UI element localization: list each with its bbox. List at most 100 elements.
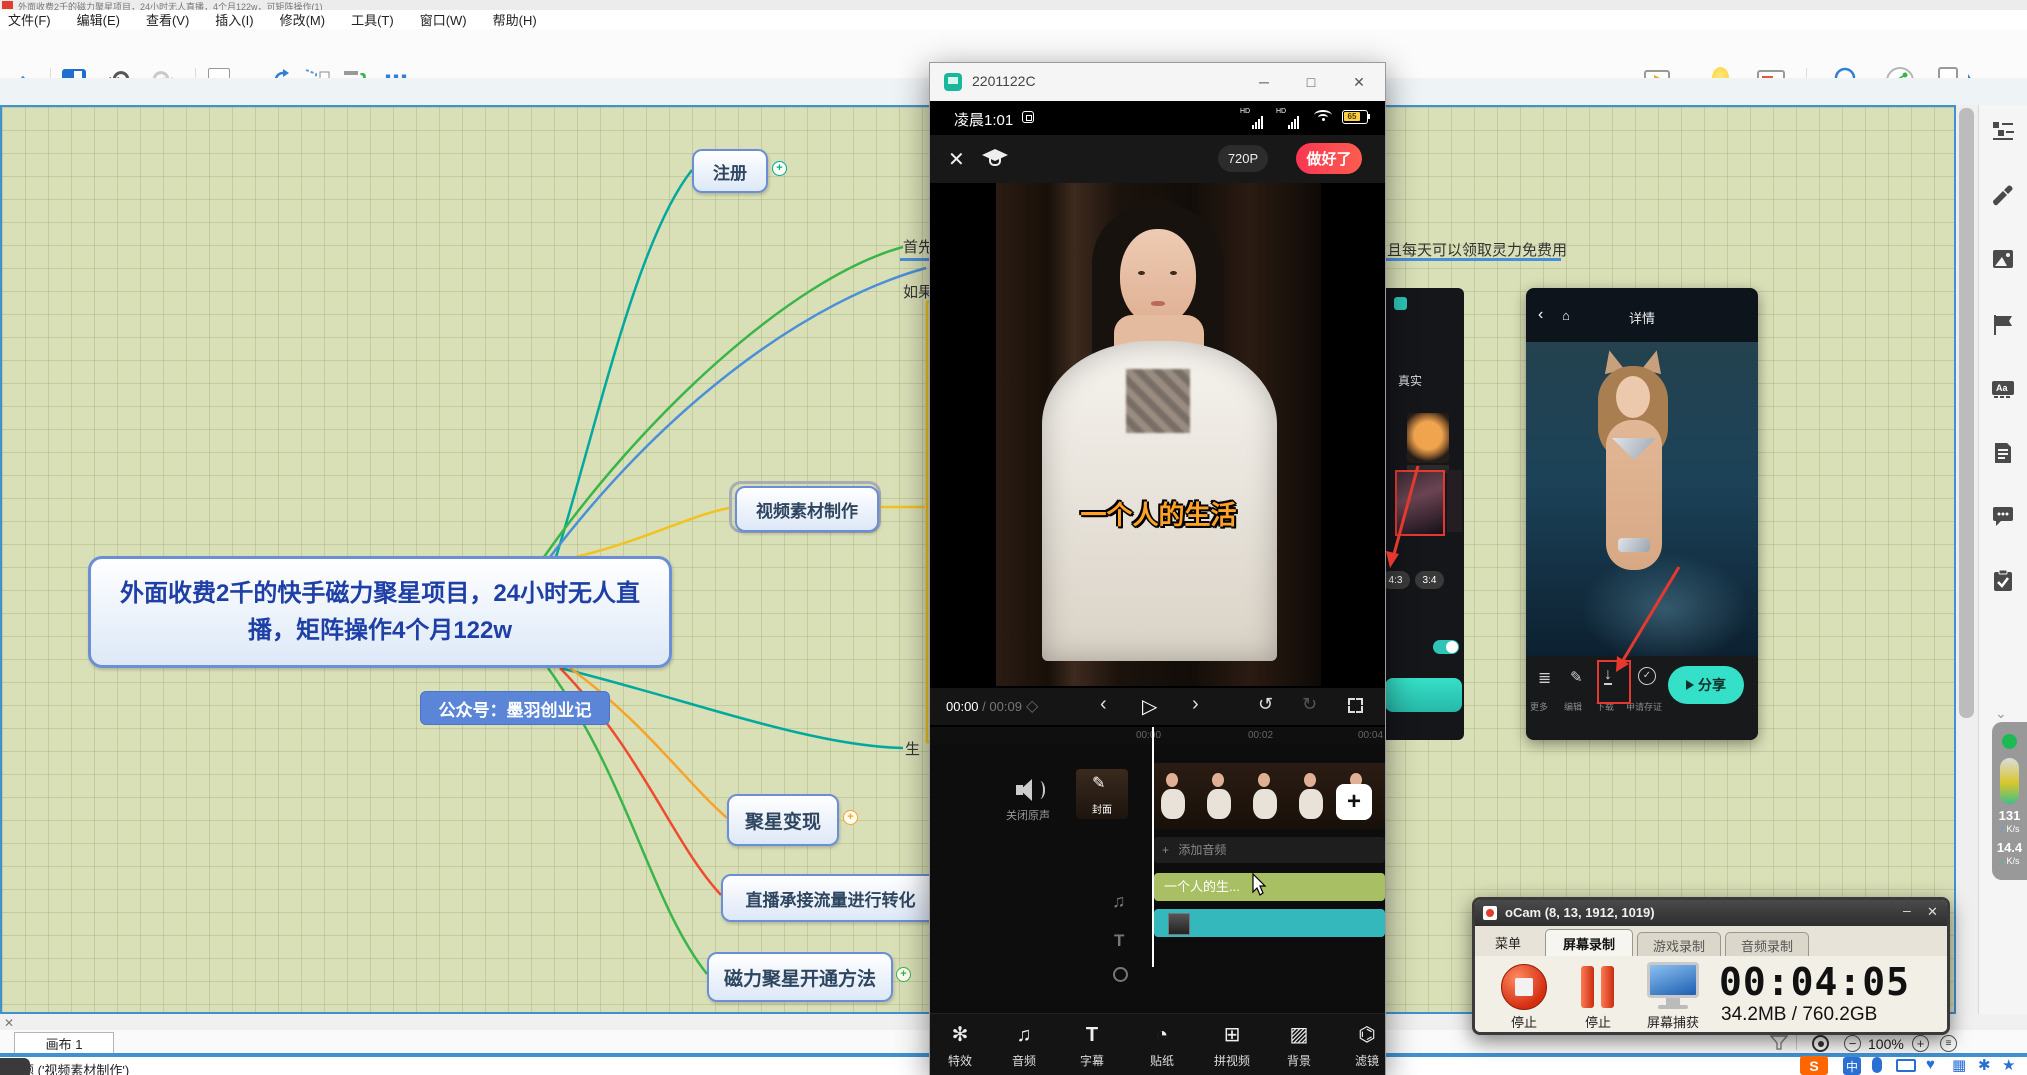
canvas-vscrollbar-thumb[interactable]: [1959, 108, 1974, 718]
ime-star-icon[interactable]: ★: [2002, 1056, 2015, 1074]
tool-split[interactable]: ⊞拼视频: [1199, 1022, 1265, 1069]
sticker-track[interactable]: [1154, 909, 1385, 937]
netspeed-widget[interactable]: 131 ↑ K/s 14.4 ↓ K/s: [1992, 722, 2027, 880]
record-stop-button[interactable]: [1501, 964, 1547, 1010]
playhead[interactable]: [1152, 727, 1154, 967]
avatar-thumb[interactable]: [1407, 413, 1449, 463]
phone-maximize-button[interactable]: □: [1300, 71, 1322, 93]
menu-tools[interactable]: 工具(T): [351, 10, 394, 29]
sheet-tab[interactable]: 画布 1: [14, 1032, 114, 1054]
taskbar-corner-icon[interactable]: [0, 1058, 30, 1075]
add-audio-plus-icon: +: [1162, 843, 1169, 857]
ocam-titlebar[interactable]: oCam (8, 13, 1912, 1019) – ✕: [1475, 900, 1947, 926]
tool-filter[interactable]: ⌬滤镜: [1334, 1022, 1400, 1069]
export-done-button[interactable]: 做好了: [1296, 143, 1362, 174]
video-preview[interactable]: 一个人的生活: [996, 183, 1321, 686]
add-clip-button[interactable]: +: [1336, 784, 1372, 820]
prev-frame-icon[interactable]: ‹: [1100, 693, 1107, 716]
comments-panel-icon[interactable]: [1991, 505, 2015, 529]
share-button[interactable]: 分享: [1668, 666, 1744, 704]
menu-modify[interactable]: 修改(M): [280, 10, 326, 29]
node-video-material[interactable]: 视频素材制作: [735, 486, 879, 532]
tool-effects[interactable]: ✻特效: [927, 1022, 993, 1069]
phone-minimize-button[interactable]: ─: [1253, 71, 1275, 93]
phone-close-button[interactable]: ✕: [1348, 71, 1370, 93]
thumb-sliver: [1447, 470, 1462, 532]
tool-background[interactable]: ▨背景: [1266, 1022, 1332, 1069]
cover-button[interactable]: ✎ 封面: [1076, 769, 1128, 819]
ocam-tab-screen[interactable]: 屏幕录制: [1545, 929, 1633, 957]
certificate-icon[interactable]: ✓: [1638, 667, 1656, 685]
expander-method[interactable]: +: [896, 967, 911, 982]
menu-file[interactable]: 文件(F): [8, 10, 51, 29]
style-brush-icon[interactable]: [1991, 183, 2015, 207]
tool-subtitle[interactable]: T字幕: [1059, 1022, 1125, 1069]
edit-icon[interactable]: ✎: [1570, 668, 1583, 686]
resolution-button[interactable]: 720P: [1218, 145, 1268, 172]
task-panel-icon[interactable]: [1991, 569, 2015, 593]
node-monetize[interactable]: 聚星变现: [727, 794, 839, 846]
tool-audio[interactable]: ♫音频: [991, 1022, 1057, 1069]
sidebar-collapse-chevron-icon[interactable]: ⌄: [1995, 705, 2007, 722]
ocam-minimize-button[interactable]: –: [1903, 902, 1911, 918]
redo-edit-icon[interactable]: ↻: [1302, 694, 1317, 715]
menu-edit[interactable]: 编辑(E): [77, 10, 120, 29]
zoom-out-button[interactable]: −: [1844, 1035, 1861, 1052]
bikini-bottom: [1618, 538, 1650, 552]
sogou-ime-icon[interactable]: S: [1800, 1056, 1828, 1075]
node-live-convert[interactable]: 直播承接流量进行转化: [721, 874, 940, 922]
more-icon[interactable]: ≣: [1538, 668, 1551, 688]
map-overview-button[interactable]: ≡: [1940, 1035, 1957, 1052]
toggle-on[interactable]: [1433, 640, 1459, 654]
ratio-3-4[interactable]: 3:4: [1415, 571, 1444, 589]
expander-monetize[interactable]: +: [843, 810, 858, 825]
menu-insert[interactable]: 插入(I): [215, 10, 253, 29]
ime-keyboard-icon[interactable]: [1896, 1059, 1916, 1072]
ocam-tab-audio[interactable]: 音频录制: [1725, 932, 1809, 957]
tool-sticker[interactable]: ◔贴纸: [1129, 1022, 1195, 1069]
ocam-tab-menu[interactable]: 菜单: [1495, 933, 1521, 952]
filter-funnel-icon[interactable]: [1770, 1035, 1788, 1051]
marker-flag-icon[interactable]: [1991, 313, 2015, 337]
fullscreen-icon[interactable]: [1348, 698, 1363, 713]
rail-sticker-icon[interactable]: [1113, 967, 1128, 982]
panel-close-icon[interactable]: ✕: [4, 1016, 14, 1030]
ocam-close-button[interactable]: ✕: [1927, 904, 1938, 920]
node-open-method[interactable]: 磁力聚星开通方法: [707, 952, 893, 1002]
ocam-tab-game[interactable]: 游戏录制: [1637, 932, 1721, 957]
download-highlight-box: [1597, 660, 1631, 704]
screen-capture-button[interactable]: [1647, 962, 1699, 1010]
phone-window-titlebar[interactable]: 2201122C ─ □ ✕: [930, 63, 1385, 102]
keyframe-icon[interactable]: ◇: [1026, 696, 1038, 716]
ime-mic-icon[interactable]: [1872, 1057, 1882, 1073]
central-topic[interactable]: 外面收费2千的快手磁力聚星项目，24小时无人直播，矩阵操作4个月122w: [88, 556, 672, 668]
menu-window[interactable]: 窗口(W): [420, 10, 467, 29]
expander-register[interactable]: +: [772, 161, 787, 176]
mute-original-icon[interactable]: [1010, 775, 1046, 805]
pause-button[interactable]: [1579, 966, 1619, 1008]
ime-settings-icon[interactable]: ✱: [1978, 1056, 1991, 1074]
notes-panel-icon[interactable]: [1991, 441, 2015, 465]
rail-text-icon[interactable]: T: [1114, 931, 1124, 951]
label-aa-icon[interactable]: Aa: [1991, 377, 2015, 401]
monitor-screen: [1647, 962, 1699, 998]
tutorial-cap-icon[interactable]: [982, 149, 1008, 169]
menu-view[interactable]: 查看(V): [146, 10, 189, 29]
zoom-in-button[interactable]: +: [1912, 1035, 1929, 1052]
next-frame-icon[interactable]: ›: [1192, 693, 1199, 716]
rail-music-icon[interactable]: ♫: [1112, 891, 1126, 912]
ime-heart-icon[interactable]: ♥: [1926, 1056, 1935, 1073]
ime-chinese-icon[interactable]: 中: [1843, 1057, 1861, 1075]
image-panel-icon[interactable]: [1991, 247, 2015, 271]
play-icon[interactable]: ▷: [1142, 694, 1157, 719]
ime-grid-icon[interactable]: ▦: [1952, 1056, 1966, 1074]
menu-help[interactable]: 帮助(H): [493, 10, 537, 29]
outline-panel-icon[interactable]: [1991, 119, 2015, 143]
undo-edit-icon[interactable]: ↺: [1258, 694, 1273, 715]
editor-close-icon[interactable]: ✕: [948, 147, 965, 172]
node-register[interactable]: 注册: [692, 149, 768, 193]
fit-view-icon[interactable]: [1812, 1035, 1829, 1052]
selected-thumb[interactable]: [1395, 470, 1445, 536]
add-audio-row[interactable]: + 添加音频: [1154, 837, 1385, 863]
generate-button[interactable]: [1385, 678, 1462, 712]
